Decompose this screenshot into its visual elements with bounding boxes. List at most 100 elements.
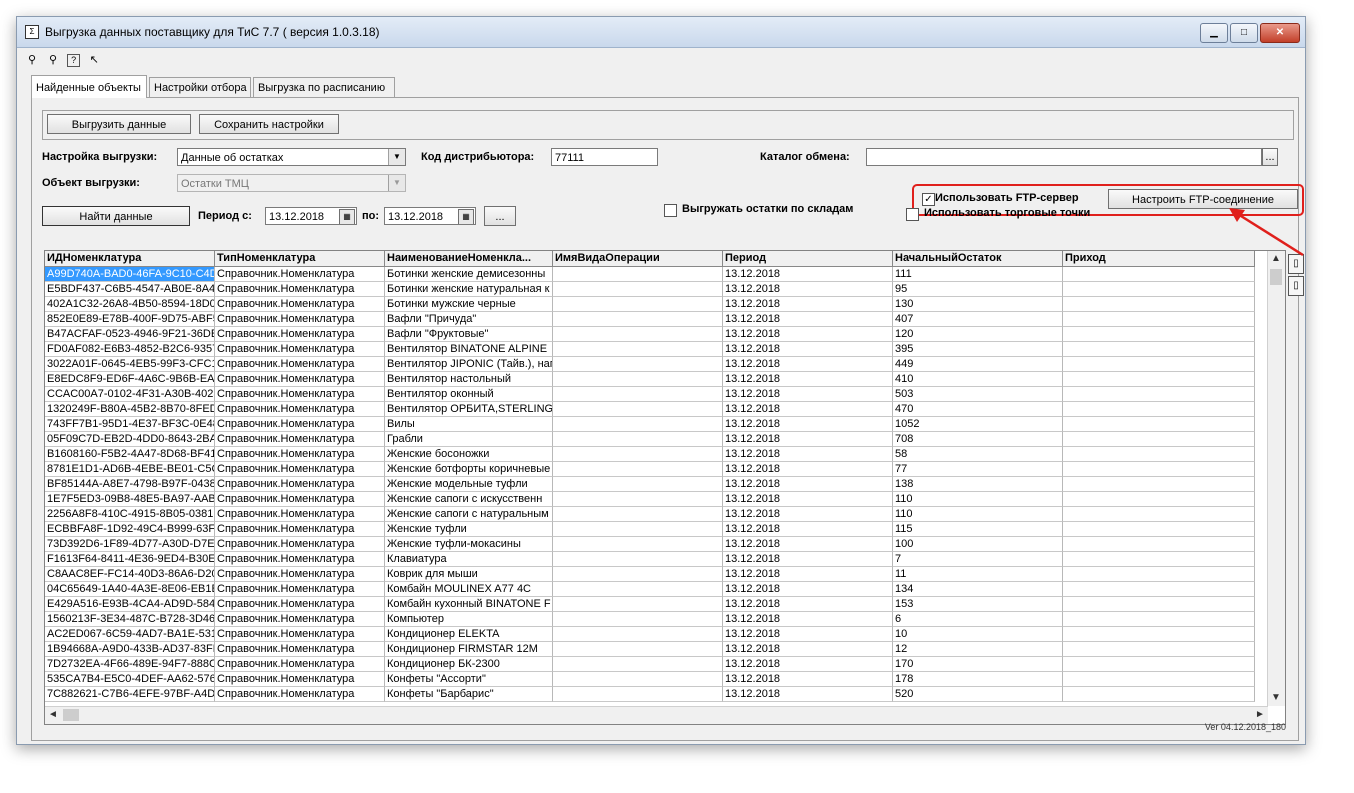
table-cell[interactable]: 13.12.2018	[723, 642, 893, 657]
table-cell[interactable]: 7D2732EA-4F66-489E-94F7-888C	[45, 657, 215, 672]
table-cell[interactable]: Женские туфли-мокасины	[385, 537, 553, 552]
scroll-down-icon[interactable]: ▼	[1268, 690, 1284, 706]
table-cell[interactable]: Кондиционер ELEKTA	[385, 627, 553, 642]
table-cell[interactable]: 3022A01F-0645-4EB5-99F3-CFC1	[45, 357, 215, 372]
table-cell[interactable]: FD0AF082-E6B3-4852-B2C6-9357	[45, 342, 215, 357]
table-cell[interactable]: 77	[893, 462, 1063, 477]
table-cell[interactable]	[1063, 357, 1255, 372]
table-cell[interactable]: Справочник.Номенклатура	[215, 357, 385, 372]
table-row[interactable]: 1E7F5ED3-09B8-48E5-BA97-AAB Справочник.Но…	[45, 492, 1255, 507]
table-cell[interactable]: 13.12.2018	[723, 522, 893, 537]
column-header[interactable]: Период	[723, 251, 893, 266]
table-cell[interactable]: 13.12.2018	[723, 492, 893, 507]
table-cell[interactable]: 402A1C32-26A8-4B50-8594-18D0	[45, 297, 215, 312]
table-cell[interactable]: Справочник.Номенклатура	[215, 507, 385, 522]
table-cell[interactable]	[1063, 327, 1255, 342]
save-settings-button[interactable]: Сохранить настройки	[199, 114, 339, 134]
column-header[interactable]: НаименованиеНоменкла...	[385, 251, 553, 266]
table-cell[interactable]: Компьютер	[385, 612, 553, 627]
table-cell[interactable]	[553, 642, 723, 657]
network-icon[interactable]: ⚲	[25, 53, 39, 67]
table-cell[interactable]: Справочник.Номенклатура	[215, 627, 385, 642]
table-cell[interactable]: Справочник.Номенклатура	[215, 672, 385, 687]
table-cell[interactable]: AC2ED067-6C59-4AD7-BA1E-531	[45, 627, 215, 642]
table-cell[interactable]: Справочник.Номенклатура	[215, 342, 385, 357]
table-cell[interactable]	[1063, 522, 1255, 537]
table-cell[interactable]: 13.12.2018	[723, 327, 893, 342]
table-cell[interactable]: Справочник.Номенклатура	[215, 642, 385, 657]
table-row[interactable]: 743FF7B1-95D1-4E37-BF3C-0E48 Справочник.Н…	[45, 417, 1255, 432]
tab-found-objects[interactable]: Найденные объекты	[31, 75, 147, 98]
table-cell[interactable]: Справочник.Номенклатура	[215, 387, 385, 402]
table-cell[interactable]: 13.12.2018	[723, 417, 893, 432]
table-row[interactable]: ECBBFA8F-1D92-49C4-B999-63F8 Справочник.Н…	[45, 522, 1255, 537]
table-cell[interactable]: Справочник.Номенклатура	[215, 312, 385, 327]
table-cell[interactable]	[553, 627, 723, 642]
table-cell[interactable]: 110	[893, 507, 1063, 522]
grid-side-button[interactable]: ▯	[1288, 276, 1304, 296]
table-row[interactable]: 7D2732EA-4F66-489E-94F7-888C Справочник.Н…	[45, 657, 1255, 672]
table-cell[interactable]: 1320249F-B80A-45B2-8B70-8FED	[45, 402, 215, 417]
table-cell[interactable]: 153	[893, 597, 1063, 612]
table-cell[interactable]: Кондиционер БК-2300	[385, 657, 553, 672]
table-cell[interactable]: Вентилятор ОРБИТА,STERLING	[385, 402, 553, 417]
table-cell[interactable]: 04C65649-1A40-4A3E-8E06-EB1E	[45, 582, 215, 597]
table-row[interactable]: 73D392D6-1F89-4D77-A30D-D7E Справочник.Но…	[45, 537, 1255, 552]
table-cell[interactable]	[1063, 537, 1255, 552]
table-cell[interactable]	[1063, 312, 1255, 327]
period-to-input[interactable]: 13.12.2018 ▦	[384, 207, 476, 225]
table-cell[interactable]: Справочник.Номенклатура	[215, 432, 385, 447]
table-cell[interactable]: F1613F64-8411-4E36-9ED4-B30E	[45, 552, 215, 567]
table-cell[interactable]: 2256A8F8-410C-4915-8B05-0381!	[45, 507, 215, 522]
use-ftp-checkbox[interactable]: ✓	[922, 193, 935, 206]
table-cell[interactable]: 13.12.2018	[723, 477, 893, 492]
table-cell[interactable]: Женские ботфорты коричневые	[385, 462, 553, 477]
table-cell[interactable]: 13.12.2018	[723, 627, 893, 642]
table-row[interactable]: 402A1C32-26A8-4B50-8594-18D0 Справочник.Н…	[45, 297, 1255, 312]
table-cell[interactable]: 13.12.2018	[723, 297, 893, 312]
table-cell[interactable]: Справочник.Номенклатура	[215, 582, 385, 597]
table-cell[interactable]: Справочник.Номенклатура	[215, 597, 385, 612]
table-row[interactable]: CCAC00A7-0102-4F31-A30B-4023 Справочник.Н…	[45, 387, 1255, 402]
table-cell[interactable]: BF85144A-A8E7-4798-B97F-0438	[45, 477, 215, 492]
whatsthis-icon[interactable]: ↖	[87, 53, 101, 67]
table-row[interactable]: 8781E1D1-AD6B-4EBE-BE01-C5C Справочник.Но…	[45, 462, 1255, 477]
table-cell[interactable]: 13.12.2018	[723, 597, 893, 612]
table-cell[interactable]: Вентилятор настольный	[385, 372, 553, 387]
vertical-scrollbar[interactable]: ▲ ▼	[1267, 251, 1285, 706]
table-row[interactable]: E5BDF437-C6B5-4547-AB0E-8A4! Справочник.Н…	[45, 282, 1255, 297]
column-header[interactable]: ИмяВидаОперации	[553, 251, 723, 266]
table-cell[interactable]	[553, 432, 723, 447]
table-cell[interactable]	[553, 357, 723, 372]
table-cell[interactable]: Справочник.Номенклатура	[215, 282, 385, 297]
table-row[interactable]: 852E0E89-E78B-400F-9D75-ABF5 Справочник.Н…	[45, 312, 1255, 327]
table-cell[interactable]	[1063, 417, 1255, 432]
table-cell[interactable]: 13.12.2018	[723, 372, 893, 387]
period-select-button[interactable]: ...	[484, 206, 516, 226]
table-cell[interactable]: Вентилятор BINATONE ALPINE	[385, 342, 553, 357]
table-cell[interactable]	[553, 267, 723, 282]
table-cell[interactable]	[553, 372, 723, 387]
table-cell[interactable]: 852E0E89-E78B-400F-9D75-ABF5	[45, 312, 215, 327]
chevron-down-icon[interactable]: ▼	[388, 149, 405, 165]
table-cell[interactable]: Справочник.Номенклатура	[215, 687, 385, 702]
table-cell[interactable]: 13.12.2018	[723, 672, 893, 687]
find-data-button[interactable]: Найти данные	[42, 206, 190, 226]
table-cell[interactable]: B47ACFAF-0523-4946-9F21-36DE	[45, 327, 215, 342]
table-cell[interactable]: C8AAC8EF-FC14-40D3-86A6-D20	[45, 567, 215, 582]
table-cell[interactable]	[1063, 282, 1255, 297]
table-cell[interactable]: 111	[893, 267, 1063, 282]
calendar-icon[interactable]: ▦	[339, 209, 355, 224]
help-icon[interactable]: ?	[67, 54, 81, 67]
table-cell[interactable]	[1063, 402, 1255, 417]
table-cell[interactable]	[1063, 687, 1255, 702]
table-cell[interactable]	[553, 492, 723, 507]
minimize-button[interactable]: ▁	[1200, 23, 1228, 43]
export-data-button[interactable]: Выгрузить данные	[47, 114, 191, 134]
data-grid[interactable]: ИДНоменклатура ТипНоменклатура Наименова…	[44, 250, 1286, 725]
scroll-thumb[interactable]	[1270, 269, 1282, 285]
table-cell[interactable]: Справочник.Номенклатура	[215, 402, 385, 417]
table-cell[interactable]	[553, 477, 723, 492]
table-cell[interactable]: 708	[893, 432, 1063, 447]
table-cell[interactable]: Справочник.Номенклатура	[215, 612, 385, 627]
